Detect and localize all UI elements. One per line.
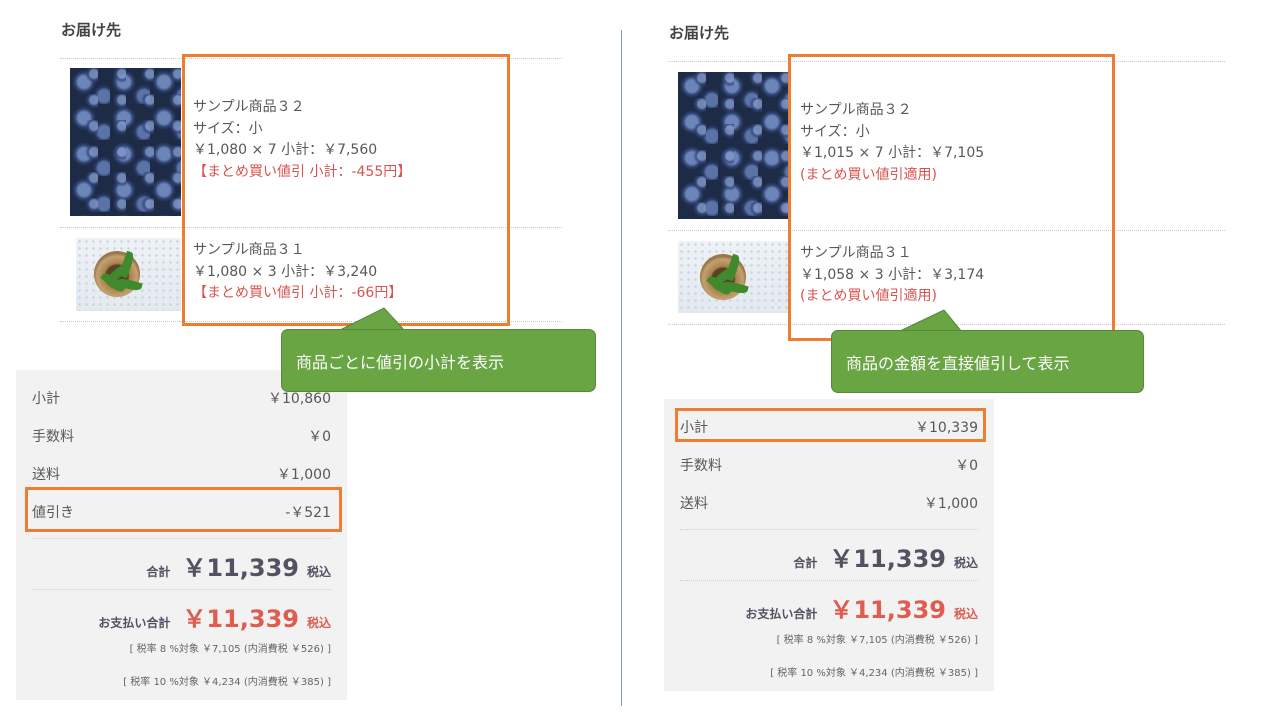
summary-total: 合計 ￥11,339 税込 xyxy=(146,548,331,583)
highlight-box-item-discounts xyxy=(182,54,510,326)
summary-total: 合計 ￥11,339 税込 xyxy=(793,539,978,574)
payment-tax-label: 税込 xyxy=(306,616,331,630)
total-tax-label: 税込 xyxy=(953,556,978,570)
highlight-box-discount-row xyxy=(25,487,342,532)
product-image-blueberries[interactable] xyxy=(678,72,789,219)
product-image-blueberries[interactable] xyxy=(70,68,181,216)
comparison-right-panel: お届け先 サンプル商品３２ サイズ：小 ￥1,015 × 7 小計：￥7,105… xyxy=(622,0,1280,720)
total-value: ￥11,339 xyxy=(829,545,946,573)
total-tax-label: 税込 xyxy=(306,565,331,579)
shipping-value: ￥1,000 xyxy=(923,496,978,512)
payment-value: ￥11,339 xyxy=(182,605,299,633)
tax-note-8: [ 税率 8 %対象 ￥7,105 (内消費税 ￥526) ] xyxy=(776,635,978,646)
fee-value: ￥0 xyxy=(308,429,331,445)
order-summary: 小計 ￥10,339 手数料 ￥0 送料 ￥1,000 合計 ￥11,339 税込 … xyxy=(664,399,994,691)
shipping-label: 送料 xyxy=(32,467,60,483)
callout-text: 商品ごとに値引の小計を表示 xyxy=(296,352,505,372)
divider xyxy=(680,529,978,530)
total-label: 合計 xyxy=(146,565,171,579)
divider xyxy=(32,589,331,590)
divider xyxy=(32,538,331,539)
divider xyxy=(680,580,978,581)
delivery-heading: お届け先 xyxy=(61,21,122,39)
tax-note-10: [ 税率 10 %対象 ￥4,234 (内消費税 ￥385) ] xyxy=(123,677,331,688)
fee-value: ￥0 xyxy=(955,458,978,474)
delivery-heading: お届け先 xyxy=(669,24,730,42)
fee-label: 手数料 xyxy=(32,429,74,445)
callout-text: 商品の金額を直接値引して表示 xyxy=(846,353,1070,373)
payment-label: お支払い合計 xyxy=(745,607,818,621)
comparison-left-panel: お届け先 サンプル商品３２ サイズ：小 ￥1,080 × 7 小計：￥7,560… xyxy=(0,0,620,720)
callout-direct-price-discount: 商品の金額を直接値引して表示 xyxy=(831,330,1144,393)
total-value: ￥11,339 xyxy=(182,554,299,582)
product-image-plant[interactable] xyxy=(678,241,789,313)
shipping-label: 送料 xyxy=(680,496,708,512)
shipping-value: ￥1,000 xyxy=(276,467,331,483)
payment-value: ￥11,339 xyxy=(829,596,946,624)
payment-tax-label: 税込 xyxy=(953,607,978,621)
subtotal-label: 小計 xyxy=(32,391,60,407)
product-image-plant[interactable] xyxy=(76,238,181,311)
fee-label: 手数料 xyxy=(680,458,722,474)
total-label: 合計 xyxy=(793,556,818,570)
summary-payment-total: お支払い合計 ￥11,339 税込 xyxy=(745,590,978,625)
callout-item-discount-subtotal: 商品ごとに値引の小計を表示 xyxy=(281,329,596,392)
tax-note-10: [ 税率 10 %対象 ￥4,234 (内消費税 ￥385) ] xyxy=(770,668,978,679)
order-summary: 小計 ￥10,860 手数料 ￥0 送料 ￥1,000 値引き -￥521 合計… xyxy=(16,370,347,700)
payment-label: お支払い合計 xyxy=(98,616,171,630)
highlight-box-subtotal-row xyxy=(675,408,986,442)
highlight-box-item-prices xyxy=(788,54,1115,341)
tax-note-8: [ 税率 8 %対象 ￥7,105 (内消費税 ￥526) ] xyxy=(129,644,331,655)
summary-payment-total: お支払い合計 ￥11,339 税込 xyxy=(98,599,331,634)
